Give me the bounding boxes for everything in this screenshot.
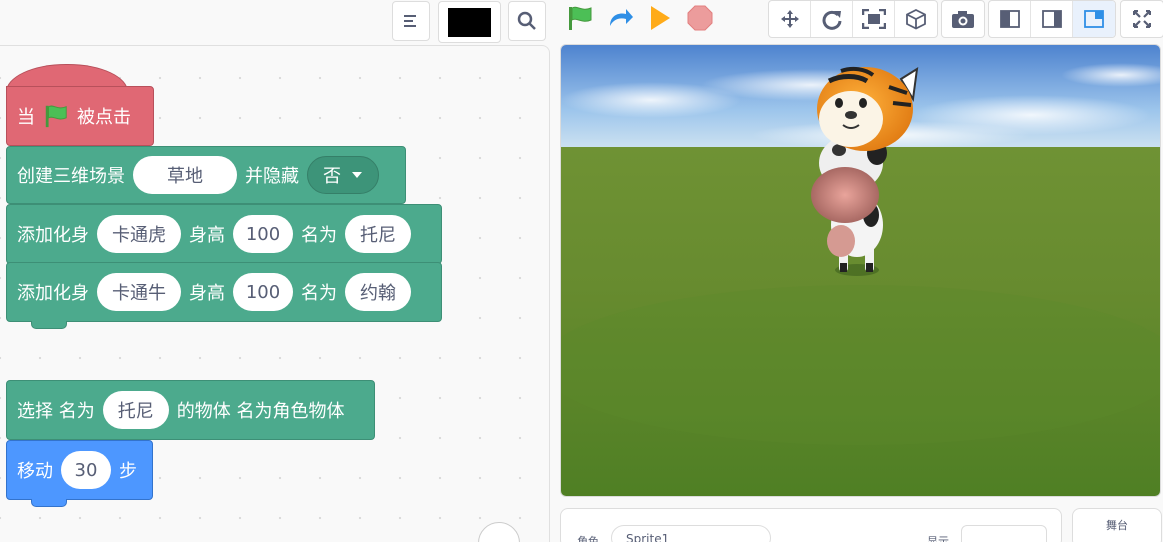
move-unit-label: 步 xyxy=(119,461,137,482)
add-avatar-block-2[interactable]: 添加化身 卡通牛 身高 100 名为 约翰 xyxy=(6,262,442,329)
block-notch xyxy=(31,499,67,507)
sprite-label: 角色 xyxy=(577,535,599,542)
avatar2-name-field[interactable]: 约翰 xyxy=(345,273,411,311)
avatar2-height-label: 身高 xyxy=(189,283,225,304)
show-label: 显示 xyxy=(927,535,949,542)
align-icon[interactable] xyxy=(392,1,430,41)
avatar2-name-label: 名为 xyxy=(301,283,337,304)
search-icon[interactable] xyxy=(508,1,546,41)
caret-down-icon xyxy=(351,171,363,179)
avatar1-height-field[interactable]: 100 xyxy=(233,215,293,253)
avatar2-model-field[interactable]: 卡通牛 xyxy=(97,273,181,311)
top-toolbar xyxy=(0,0,1163,44)
block-notch xyxy=(31,321,67,329)
create-3d-scene-block[interactable]: 创建三维场景 草地 并隐藏 否 xyxy=(6,146,406,204)
camera-tool xyxy=(941,0,985,38)
stop-icon[interactable] xyxy=(686,4,714,32)
add-avatar-block-1[interactable]: 添加化身 卡通虎 身高 100 名为 托尼 xyxy=(6,204,442,264)
avatar1-name-label: 名为 xyxy=(301,225,337,246)
block-green-flag-icon xyxy=(43,103,69,129)
select-label: 选择 名为 xyxy=(17,401,95,422)
avatar1-model-field[interactable]: 卡通虎 xyxy=(97,215,181,253)
fullscreen-tool xyxy=(1120,0,1163,38)
stage-label: 舞台 xyxy=(1106,519,1128,532)
select-name-field[interactable]: 托尼 xyxy=(102,391,169,429)
scene-render xyxy=(561,45,1160,496)
avatar1-label: 添加化身 xyxy=(17,225,89,246)
avatar1-name-field[interactable]: 托尼 xyxy=(345,215,411,253)
layout-tools xyxy=(988,0,1116,38)
hat-clicked-label: 被点击 xyxy=(77,107,131,128)
cube-icon[interactable] xyxy=(895,1,937,37)
sprite-info-panel: 角色 Sprite1 显示 xyxy=(560,508,1062,542)
hat-when-label: 当 xyxy=(17,107,35,128)
select-object-block[interactable]: 选择 名为 托尼 的物体 名为角色物体 xyxy=(6,380,375,440)
play-icon[interactable] xyxy=(646,4,674,32)
move-steps-field[interactable]: 30 xyxy=(61,451,111,489)
rotate-icon[interactable] xyxy=(811,1,853,37)
sprite-name-input[interactable]: Sprite1 xyxy=(611,525,771,542)
avatar2-height-field[interactable]: 100 xyxy=(233,273,293,311)
editor-root: 当 被点击 创建三维场景 草地 并隐藏 否 添加化身 卡通虎 身高 100 名为… xyxy=(0,0,1163,542)
hide-label: 并隐藏 xyxy=(245,166,299,187)
avatar1-height-label: 身高 xyxy=(189,225,225,246)
layout-split-icon[interactable] xyxy=(1073,1,1115,37)
stage-select-panel[interactable]: 舞台 xyxy=(1072,508,1162,542)
layout-right-icon[interactable] xyxy=(1031,1,1073,37)
sprite-name-value: Sprite1 xyxy=(626,532,670,542)
move-steps-block[interactable]: 移动 30 步 xyxy=(6,440,153,507)
scene-block-label: 创建三维场景 xyxy=(17,166,125,187)
move-label: 移动 xyxy=(17,461,53,482)
fit-screen-icon[interactable] xyxy=(853,1,895,37)
when-flag-clicked-block[interactable]: 当 被点击 xyxy=(6,86,154,146)
stage-3d-view[interactable] xyxy=(560,44,1161,497)
show-toggle[interactable] xyxy=(961,525,1047,542)
select-suffix-label: 的物体 名为角色物体 xyxy=(176,401,345,422)
avatar2-label: 添加化身 xyxy=(17,283,89,304)
hide-dropdown[interactable]: 否 xyxy=(307,156,379,194)
scene-type-field[interactable]: 草地 xyxy=(133,156,237,194)
fullscreen-icon[interactable] xyxy=(1121,1,1163,37)
redo-arrow-icon[interactable] xyxy=(606,4,634,32)
camera-icon[interactable] xyxy=(942,1,984,37)
move-icon[interactable] xyxy=(769,1,811,37)
color-swatch[interactable] xyxy=(438,1,501,43)
view-tools xyxy=(768,0,938,38)
hide-dropdown-value: 否 xyxy=(323,166,341,187)
green-flag-icon[interactable] xyxy=(566,4,594,32)
layout-left-icon[interactable] xyxy=(989,1,1031,37)
